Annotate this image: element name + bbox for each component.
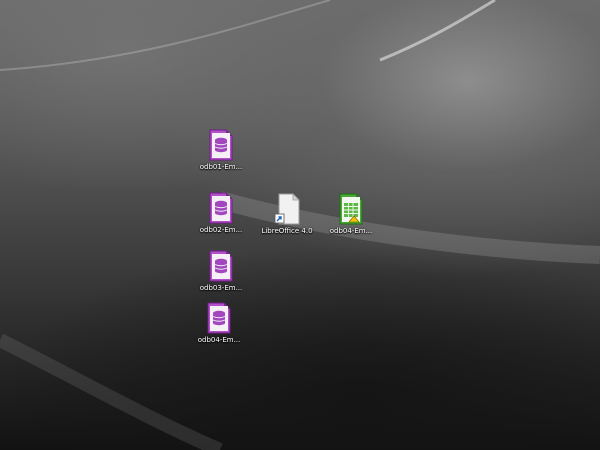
desktop-icon-odb04-base[interactable]: odb04-Em... xyxy=(187,302,251,345)
icon-label: odb02-Em... xyxy=(199,226,243,234)
libreoffice-base-icon xyxy=(209,129,233,161)
libreoffice-base-icon xyxy=(209,250,233,282)
desktop[interactable]: odb01-Em... odb02-Em... LibreOffice 4.0 xyxy=(0,0,600,450)
desktop-icon-odb04-calc[interactable]: odb04-Em... xyxy=(319,193,383,236)
desktop-icon-odb02[interactable]: odb02-Em... xyxy=(189,192,253,235)
desktop-icon-libreoffice[interactable]: LibreOffice 4.0 xyxy=(255,193,319,236)
icon-label: LibreOffice 4.0 xyxy=(261,227,313,235)
desktop-icon-odb03[interactable]: odb03-Em... xyxy=(189,250,253,293)
icon-label: odb01-Em... xyxy=(199,163,243,171)
desktop-icon-odb01[interactable]: odb01-Em... xyxy=(189,129,253,172)
blank-document-shortcut-icon xyxy=(274,193,300,225)
icon-label: odb04-Em... xyxy=(329,227,373,235)
libreoffice-calc-icon xyxy=(339,193,363,225)
libreoffice-base-icon xyxy=(207,302,231,334)
libreoffice-base-icon xyxy=(209,192,233,224)
icon-label: odb03-Em... xyxy=(199,284,243,292)
icon-label: odb04-Em... xyxy=(197,336,241,344)
